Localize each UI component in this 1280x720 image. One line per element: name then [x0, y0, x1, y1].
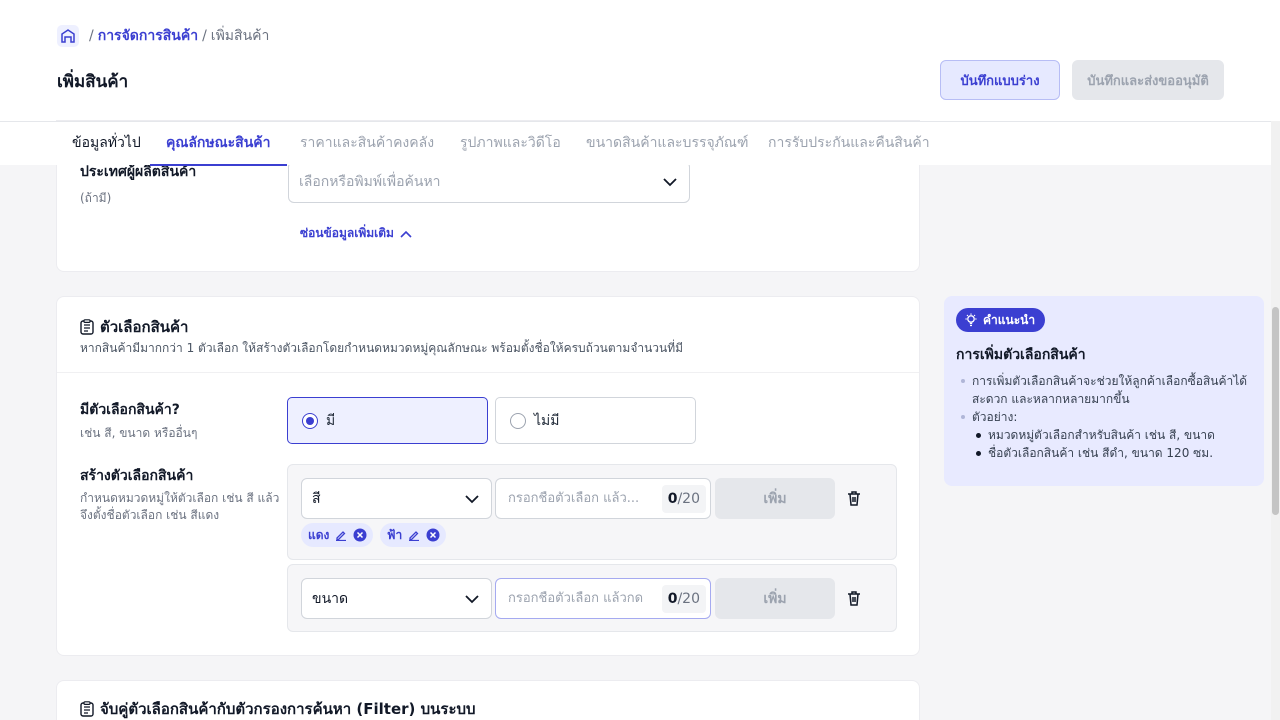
- create-variants-hint: กำหนดหมวดหมู่ให้ตัวเลือก เช่น สี แล้ว จึ…: [80, 491, 280, 522]
- clipboard-icon: [80, 319, 94, 335]
- tip-panel: คำแนะนำ การเพิ่มตัวเลือกสินค้า การเพิ่มต…: [944, 296, 1264, 486]
- tab-price-inventory[interactable]: ราคาและสินค้าคงคลัง: [284, 122, 450, 166]
- home-icon[interactable]: [57, 25, 79, 47]
- variant-name-input[interactable]: 0/20: [495, 478, 711, 519]
- edit-icon[interactable]: [335, 529, 347, 541]
- origin-country-placeholder: เลือกหรือพิมพ์เพื่อค้นหา: [299, 174, 441, 190]
- tip-sub-bullet: หมวดหมู่ตัวเลือกสำหรับสินค้า เช่น สี, ขน…: [956, 426, 1256, 444]
- trash-icon[interactable]: [845, 589, 863, 607]
- radio-has-variants-yes[interactable]: มี: [287, 397, 488, 444]
- variant-group-color: สี 0/20 เพิ่ม แดง ฟ้า: [287, 464, 897, 560]
- variant-category-value: ขนาด: [312, 590, 349, 607]
- char-counter: 0/20: [661, 585, 706, 613]
- variants-title: ตัวเลือกสินค้า: [100, 318, 189, 336]
- chevron-down-icon: [663, 178, 677, 187]
- clipboard-icon: [80, 701, 94, 717]
- origin-optional-hint: (ถ้ามี): [80, 191, 112, 205]
- close-circle-icon[interactable]: [426, 528, 440, 542]
- tip-bullet: การเพิ่มตัวเลือกสินค้าจะช่วยให้ลูกค้าเลื…: [956, 372, 1256, 408]
- chevron-down-icon: [465, 494, 479, 503]
- breadcrumb-current: เพิ่มสินค้า: [210, 28, 270, 44]
- tip-bullet: ตัวอย่าง:: [956, 408, 1256, 426]
- add-variant-button[interactable]: เพิ่ม: [715, 478, 835, 519]
- lightbulb-icon: [965, 313, 977, 327]
- variant-name-field[interactable]: [508, 591, 658, 606]
- add-variant-button[interactable]: เพิ่ม: [715, 578, 835, 619]
- tab-bar: ข้อมูลทั่วไป คุณลักษณะสินค้า ราคาและสินค…: [0, 121, 1271, 166]
- tip-title: การเพิ่มตัวเลือกสินค้า: [956, 347, 1086, 363]
- breadcrumb-separator: /: [89, 28, 94, 44]
- radio-unselected-icon: [510, 412, 526, 429]
- filter-mapping-card: จับคู่ตัวเลือกสินค้ากับตัวกรองการค้นหา (…: [56, 680, 920, 720]
- variant-chip-label: แดง: [308, 527, 330, 542]
- tip-badge: คำแนะนำ: [956, 308, 1046, 332]
- divider: [57, 372, 919, 373]
- close-circle-icon[interactable]: [353, 528, 367, 542]
- radio-has-variants-no[interactable]: ไม่มี: [495, 397, 696, 444]
- tip-list: การเพิ่มตัวเลือกสินค้าจะช่วยให้ลูกค้าเลื…: [956, 372, 1256, 462]
- variant-category-select[interactable]: สี: [301, 478, 492, 519]
- filter-section-title: จับคู่ตัวเลือกสินค้ากับตัวกรองการค้นหา (…: [100, 700, 476, 718]
- variant-name-input[interactable]: 0/20: [495, 578, 711, 619]
- radio-no-label: ไม่มี: [534, 412, 560, 429]
- variant-name-field[interactable]: [508, 491, 658, 506]
- variants-description: หากสินค้ามีมากกว่า 1 ตัวเลือก ให้สร้างตั…: [80, 341, 684, 355]
- tip-sub-bullet: ชื่อตัวเลือกสินค้า เช่น สีดำ, ขนาด 120 ซ…: [956, 444, 1256, 462]
- product-variants-card: ตัวเลือกสินค้า หากสินค้ามีมากกว่า 1 ตัวเ…: [56, 296, 920, 656]
- has-variants-hint: เช่น สี, ขนาด หรืออื่นๆ: [80, 426, 198, 440]
- breadcrumb-separator: /: [202, 28, 207, 44]
- breadcrumb-link-product-management[interactable]: การจัดการสินค้า: [98, 25, 198, 47]
- trash-icon[interactable]: [845, 489, 863, 507]
- breadcrumb: / การจัดการสินค้า / เพิ่มสินค้า: [57, 25, 269, 47]
- scrollbar-thumb[interactable]: [1272, 307, 1279, 515]
- tab-warranty-returns[interactable]: การรับประกันและคืนสินค้า: [752, 122, 946, 166]
- variant-group-size: ขนาด 0/20 เพิ่ม: [287, 564, 897, 632]
- tab-product-attributes[interactable]: คุณลักษณะสินค้า: [150, 122, 287, 166]
- page-header: / การจัดการสินค้า / เพิ่มสินค้า เพิ่มสิน…: [0, 0, 1280, 121]
- save-draft-button[interactable]: บันทึกแบบร่าง: [940, 60, 1060, 100]
- variant-category-value: สี: [312, 490, 321, 507]
- variant-category-select[interactable]: ขนาด: [301, 578, 492, 619]
- filter-heading: จับคู่ตัวเลือกสินค้ากับตัวกรองการค้นหา (…: [80, 697, 476, 720]
- hide-more-info-toggle[interactable]: ซ่อนข้อมูลเพิ่มเติม: [300, 224, 412, 243]
- tab-size-packaging[interactable]: ขนาดสินค้าและบรรจุภัณฑ์: [570, 122, 765, 166]
- origin-country-select[interactable]: เลือกหรือพิมพ์เพื่อค้นหา: [288, 161, 690, 203]
- tab-images-videos[interactable]: รูปภาพและวิดีโอ: [444, 122, 577, 166]
- tip-badge-label: คำแนะนำ: [983, 312, 1036, 327]
- has-variants-label: มีตัวเลือกสินค้า? เช่น สี, ขนาด หรืออื่น…: [80, 399, 197, 443]
- chevron-up-icon: [400, 230, 412, 238]
- edit-icon[interactable]: [408, 529, 420, 541]
- create-variants-label: สร้างตัวเลือกสินค้า กำหนดหมวดหมู่ให้ตัวเ…: [80, 468, 280, 522]
- origin-country-label: ประเทศผู้ผลิตสินค้า (ถ้ามี): [80, 161, 196, 208]
- tab-general-info[interactable]: ข้อมูลทั่วไป: [56, 122, 157, 166]
- page-title: เพิ่มสินค้า: [57, 72, 129, 92]
- variant-chip: แดง: [301, 523, 374, 547]
- variant-chip: ฟ้า: [380, 523, 447, 547]
- radio-selected-icon: [302, 412, 318, 429]
- radio-yes-label: มี: [326, 412, 336, 429]
- page-scrollbar[interactable]: [1271, 121, 1280, 720]
- char-counter: 0/20: [661, 485, 706, 513]
- save-submit-button[interactable]: บันทึกและส่งขออนุมัติ: [1072, 60, 1224, 100]
- variant-chip-label: ฟ้า: [387, 527, 403, 542]
- chevron-down-icon: [465, 594, 479, 603]
- variants-heading: ตัวเลือกสินค้า: [80, 315, 188, 339]
